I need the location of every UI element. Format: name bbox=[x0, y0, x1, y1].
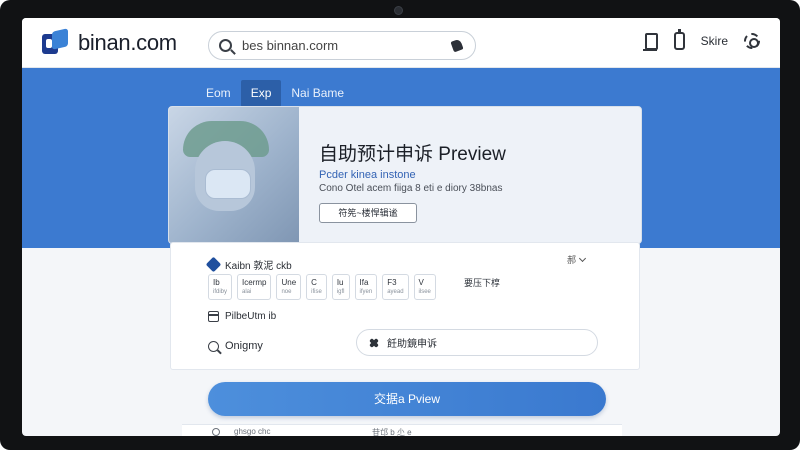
phone-icon[interactable] bbox=[673, 29, 685, 50]
calendar-icon bbox=[208, 311, 219, 322]
language-select-label: 郝 bbox=[567, 255, 577, 265]
query-label: Onigmy bbox=[225, 340, 263, 352]
form-fields: Ib ifdiby Icermp alai Une noe Cifise Iu igfl… bbox=[208, 274, 436, 300]
query-row[interactable]: Onigmy bbox=[208, 340, 263, 352]
form-field[interactable]: Icermp alai bbox=[237, 274, 272, 300]
search-icon bbox=[219, 39, 232, 52]
bottom-search-icon bbox=[212, 428, 220, 436]
screen: binan.com Skire Eom Exp Nai Bame bbox=[22, 18, 780, 436]
bottom-strip: ghsgo chc 苷邙 b 尐 e bbox=[182, 424, 622, 436]
appeal-pill-label: 飪助鏡申诉 bbox=[387, 339, 437, 350]
date-row[interactable]: PilbeUtm ib bbox=[208, 311, 276, 322]
gear-icon[interactable] bbox=[744, 33, 760, 49]
search-action-icon[interactable] bbox=[449, 38, 465, 54]
brand-diamond-icon bbox=[205, 256, 222, 273]
top-label[interactable]: Skire bbox=[701, 34, 728, 48]
camera-dot bbox=[394, 6, 403, 15]
form-field[interactable]: Ib ifdiby bbox=[208, 274, 233, 300]
tab-exp[interactable]: Exp bbox=[240, 80, 282, 107]
hero-image bbox=[169, 107, 299, 243]
chevron-down-icon bbox=[578, 254, 587, 262]
form-field[interactable]: Cifise bbox=[306, 274, 327, 300]
form-brand-text: Kaibn 敦泥 ckb bbox=[225, 261, 292, 272]
top-bar: binan.com Skire bbox=[22, 18, 780, 68]
tab-eom[interactable]: Eom bbox=[196, 80, 241, 107]
bottom-text-1: ghsgo chc bbox=[234, 427, 271, 436]
language-select[interactable]: 郝 bbox=[567, 253, 587, 266]
search-bar[interactable] bbox=[208, 31, 476, 60]
hero-title: 自助预计申诉 Preview bbox=[319, 144, 506, 165]
fields-tail-label: 要压下椁 bbox=[464, 278, 501, 288]
form-field[interactable]: Une noe bbox=[276, 274, 302, 300]
search-icon bbox=[208, 340, 219, 352]
form-brand-row: Kaibn 敦泥 ckb bbox=[205, 256, 292, 273]
tab-bar: Eom Exp Nai Bame bbox=[196, 80, 354, 107]
hero-button[interactable]: 符筅~楼悍辑谧 bbox=[319, 203, 417, 223]
tab-nai-bame[interactable]: Nai Bame bbox=[281, 80, 354, 107]
logo-icon bbox=[42, 28, 72, 56]
form-field[interactable]: F3 ayead bbox=[382, 274, 409, 300]
form-field[interactable]: Iu igfl bbox=[331, 274, 350, 300]
search-input[interactable] bbox=[242, 38, 449, 53]
appeal-pill-button[interactable]: 飪助鏡申诉 bbox=[356, 329, 598, 356]
date-label: PilbeUtm ib bbox=[225, 311, 277, 322]
submit-button[interactable]: 交据a Pview bbox=[208, 382, 606, 416]
top-icons: Skire bbox=[642, 29, 760, 51]
sparkle-icon bbox=[369, 338, 379, 348]
logo-text: binan.com bbox=[78, 30, 177, 55]
device-frame: binan.com Skire Eom Exp Nai Bame bbox=[0, 0, 800, 450]
form-field[interactable]: Vilsee bbox=[413, 274, 436, 300]
document-icon[interactable] bbox=[642, 32, 658, 51]
form-field[interactable]: Ifa ifyen bbox=[354, 274, 378, 300]
site-logo[interactable]: binan.com bbox=[42, 28, 177, 56]
bottom-text-2: 苷邙 b 尐 e bbox=[372, 428, 412, 436]
hero-description: Cono Otel acem fiiga 8 eti e diory 38bna… bbox=[319, 183, 503, 194]
hero-subtitle: Pcder kinea instone bbox=[319, 169, 416, 181]
hero-card: 自助预计申诉 Preview Pcder kinea instone Cono … bbox=[168, 106, 642, 244]
